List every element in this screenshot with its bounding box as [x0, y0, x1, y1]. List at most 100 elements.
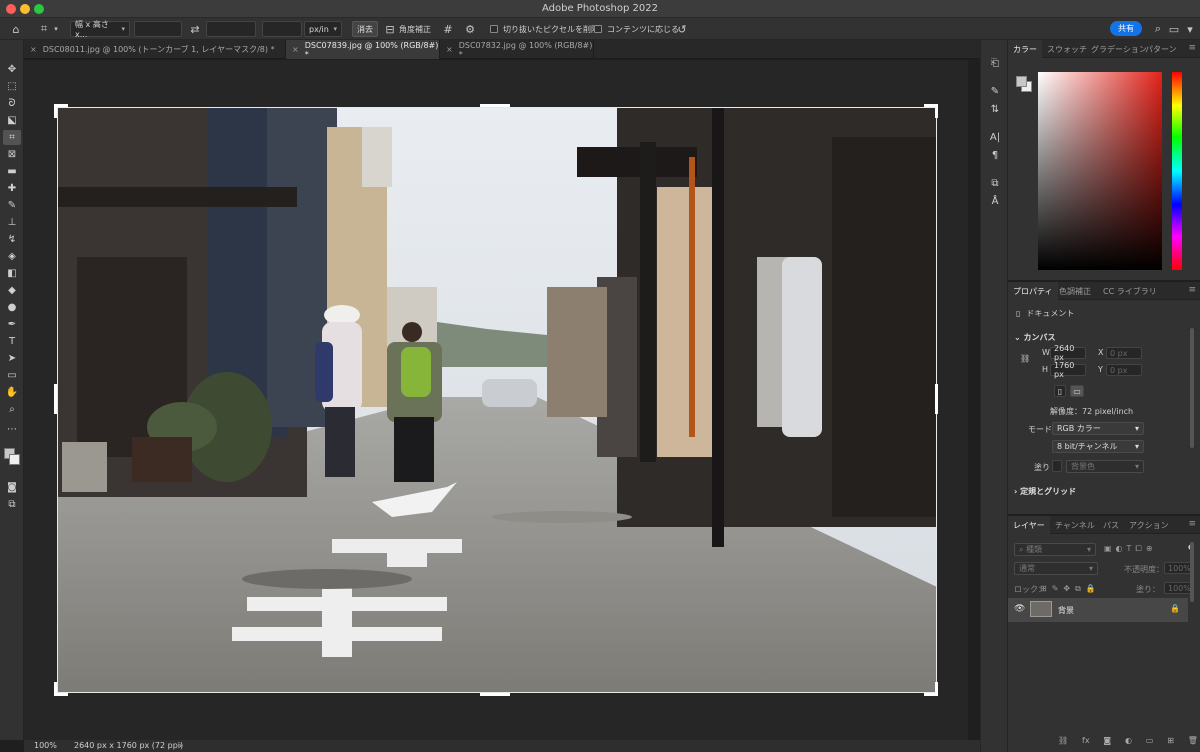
- adjustments-icon[interactable]: ⇅: [987, 102, 1003, 116]
- close-icon[interactable]: ×: [446, 45, 453, 54]
- panel-menu-icon[interactable]: ≡: [1188, 285, 1196, 295]
- width-field[interactable]: [134, 21, 182, 37]
- share-button[interactable]: 共有: [1110, 21, 1142, 36]
- crop-handle-bottom-left[interactable]: [54, 682, 57, 696]
- shapes-icon[interactable]: ⧉: [987, 176, 1003, 190]
- rectangle-tool-icon[interactable]: ▭: [3, 368, 21, 383]
- workspace-icon[interactable]: ▭: [1166, 21, 1182, 37]
- home-icon[interactable]: ⌂: [8, 21, 24, 37]
- rulers-grids-section-header[interactable]: › 定規とグリッド: [1014, 486, 1076, 497]
- crop-handle-top[interactable]: [480, 104, 510, 107]
- quick-mask-icon[interactable]: ◙: [3, 480, 21, 495]
- gear-icon[interactable]: ⚙: [462, 21, 478, 37]
- marquee-tool-icon[interactable]: ⬚: [3, 79, 21, 94]
- crop-handle-right[interactable]: [935, 384, 938, 414]
- dodge-tool-icon[interactable]: ●: [3, 300, 21, 315]
- zoom-level[interactable]: 100%: [34, 741, 57, 750]
- eraser-tool-icon[interactable]: ◈: [3, 249, 21, 264]
- tab-channels[interactable]: チャンネル: [1050, 516, 1100, 534]
- brush-tool-icon[interactable]: ✎: [3, 198, 21, 213]
- path-select-icon[interactable]: ➤: [3, 351, 21, 366]
- blend-mode-select[interactable]: 通常 ▾: [1014, 562, 1098, 575]
- eyedropper-tool-icon[interactable]: ▬: [3, 164, 21, 179]
- tab-actions[interactable]: アクション: [1124, 516, 1174, 534]
- foreground-color-swatch[interactable]: [1016, 76, 1027, 87]
- crop-handle-top-left[interactable]: [54, 104, 57, 118]
- paragraph-icon[interactable]: ¶: [987, 148, 1003, 162]
- tab-dsc07832[interactable]: × DSC07832.jpg @ 100% (RGB/8#) *: [440, 40, 594, 59]
- fill-field[interactable]: 100%: [1164, 582, 1192, 594]
- portrait-orientation-icon[interactable]: ▯: [1054, 385, 1066, 397]
- clear-button[interactable]: 消去: [352, 21, 378, 37]
- height-field[interactable]: [206, 21, 256, 37]
- close-icon[interactable]: ×: [292, 45, 299, 54]
- grid-overlay-icon[interactable]: #: [440, 21, 456, 37]
- layer-row-background[interactable]: 👁 背景 🔒: [1008, 598, 1188, 622]
- canvas-width-field[interactable]: 2640 px: [1050, 344, 1086, 362]
- chevron-down-icon[interactable]: ▾: [52, 21, 60, 37]
- close-icon[interactable]: ×: [30, 45, 37, 54]
- color-field[interactable]: [1038, 72, 1162, 270]
- trash-icon[interactable]: 🗑: [1188, 736, 1198, 748]
- visibility-eye-icon[interactable]: 👁: [1014, 604, 1025, 614]
- tab-layers[interactable]: レイヤー: [1008, 516, 1050, 534]
- hand-tool-icon[interactable]: ✋: [3, 385, 21, 400]
- link-icon[interactable]: ⛓: [1058, 736, 1068, 748]
- lock-icons[interactable]: ⊞✎✥⧉🔒: [1040, 584, 1101, 594]
- opacity-field[interactable]: 100%: [1164, 562, 1192, 574]
- tab-adjustments[interactable]: 色調補正: [1054, 282, 1096, 300]
- new-layer-icon[interactable]: ⊞: [1167, 736, 1174, 748]
- canvas-section-header[interactable]: ⌄ カンバス: [1014, 332, 1056, 343]
- reset-icon[interactable]: ↺: [674, 21, 690, 37]
- tab-patterns[interactable]: パターン: [1140, 40, 1182, 58]
- content-aware-checkbox[interactable]: [594, 25, 602, 33]
- status-arrow-icon[interactable]: ›: [179, 741, 182, 750]
- tab-paths[interactable]: パス: [1098, 516, 1124, 534]
- landscape-orientation-icon[interactable]: ▭: [1070, 385, 1084, 397]
- screen-mode-icon[interactable]: ⧉: [3, 497, 21, 512]
- layer-name[interactable]: 背景: [1058, 605, 1074, 616]
- document-canvas-photo[interactable]: [57, 107, 937, 693]
- layers-scrollbar[interactable]: [1190, 542, 1194, 602]
- fill-select[interactable]: 背景色 ▾: [1066, 460, 1144, 473]
- crop-handle-left[interactable]: [54, 384, 57, 414]
- link-icon[interactable]: ⛓: [1020, 354, 1030, 363]
- layer-kind-filter[interactable]: ⌕ 種類 ▾: [1014, 543, 1096, 556]
- object-select-tool-icon[interactable]: ⬕: [3, 113, 21, 128]
- tab-dsc08011[interactable]: × DSC08011.jpg @ 100% (トーンカーブ 1, レイヤーマスク/…: [24, 40, 286, 59]
- search-icon[interactable]: ⌕: [1150, 21, 1166, 37]
- fill-color-swatch[interactable]: [1052, 460, 1062, 472]
- canvas-x-field[interactable]: 0 px: [1106, 347, 1142, 359]
- hue-slider[interactable]: [1172, 72, 1182, 270]
- type-tool-icon[interactable]: T: [3, 334, 21, 349]
- zoom-tool-icon[interactable]: ⌕: [3, 402, 21, 417]
- history-brush-icon[interactable]: ↯: [3, 232, 21, 247]
- move-tool-icon[interactable]: ✥: [3, 62, 21, 77]
- panel-menu-icon[interactable]: ≡: [1188, 43, 1196, 53]
- frame-tool-icon[interactable]: ⊠: [3, 147, 21, 162]
- color-swatches-icon[interactable]: [3, 444, 21, 472]
- crop-tool-icon[interactable]: ⌗: [36, 21, 52, 37]
- crop-handle-top-right[interactable]: [935, 104, 938, 118]
- pen-tool-icon[interactable]: ✒: [3, 317, 21, 332]
- unit-select[interactable]: px/in ▾: [304, 21, 342, 37]
- mode-select[interactable]: RGB カラー ▾: [1052, 422, 1144, 435]
- straighten-label[interactable]: 角度補正: [399, 21, 431, 37]
- tab-color[interactable]: カラー: [1008, 40, 1042, 58]
- resolution-field[interactable]: [262, 21, 302, 37]
- canvas-height-field[interactable]: 1760 px: [1050, 361, 1086, 379]
- lasso-tool-icon[interactable]: ᘐ: [3, 96, 21, 111]
- brush-settings-icon[interactable]: ✎: [987, 84, 1003, 98]
- more-tools-icon[interactable]: ⋯: [3, 422, 21, 437]
- crop-handle-bottom[interactable]: [480, 693, 510, 696]
- adjustment-icon[interactable]: ◐: [1125, 736, 1132, 748]
- tab-swatches[interactable]: スウォッチ: [1042, 40, 1092, 58]
- glyphs-icon[interactable]: Å: [987, 194, 1003, 208]
- swap-icon[interactable]: ⇄: [187, 21, 203, 37]
- gradient-tool-icon[interactable]: ◧: [3, 266, 21, 281]
- properties-scrollbar[interactable]: [1190, 328, 1194, 448]
- tab-properties[interactable]: プロパティ: [1008, 282, 1058, 300]
- chevron-down-icon[interactable]: ▾: [1182, 21, 1198, 37]
- clone-stamp-icon[interactable]: ⊥: [3, 215, 21, 230]
- crop-tool-icon[interactable]: ⌗: [3, 130, 21, 145]
